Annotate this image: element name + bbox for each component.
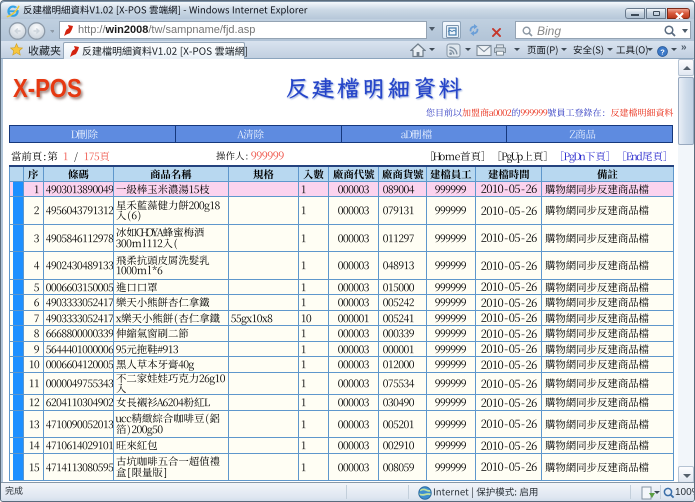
- svg-text:?: ?: [660, 47, 665, 56]
